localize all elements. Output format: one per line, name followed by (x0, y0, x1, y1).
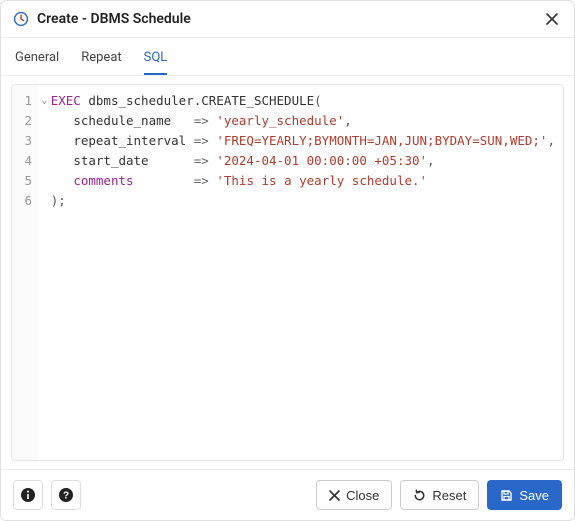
x-icon (329, 490, 340, 501)
fold-toggle-icon[interactable]: ⌄ (38, 91, 51, 111)
arrow: => (194, 113, 209, 128)
editor-container: 1 2 3 4 5 6 ⌄ EXEC dbms_scheduler.CREATE… (1, 76, 574, 469)
info-button[interactable] (13, 480, 43, 510)
close-label: Close (346, 488, 379, 503)
help-button[interactable]: ? (51, 480, 81, 510)
save-icon (500, 489, 513, 502)
save-label: Save (519, 488, 549, 503)
tab-sql[interactable]: SQL (144, 44, 168, 75)
svg-text:?: ? (63, 491, 69, 502)
paren-close: ); (51, 193, 66, 208)
sql-editor[interactable]: 1 2 3 4 5 6 ⌄ EXEC dbms_scheduler.CREATE… (11, 84, 564, 461)
close-button[interactable]: Close (316, 480, 392, 510)
param-name: start_date (73, 153, 148, 168)
paren-open: ( (314, 93, 322, 108)
arrow: => (194, 173, 209, 188)
reset-label: Reset (432, 488, 466, 503)
param-name: schedule_name (73, 113, 171, 128)
line-number: 4 (22, 151, 32, 171)
titlebar: Create - DBMS Schedule (1, 1, 574, 38)
function-call: dbms_scheduler.CREATE_SCHEDULE (88, 93, 314, 108)
string-literal: 'FREQ=YEARLY;BYMONTH=JAN,JUN;BYDAY=SUN,W… (216, 133, 547, 148)
tab-general[interactable]: General (15, 44, 59, 75)
param-name: comments (73, 173, 133, 188)
keyword: EXEC (51, 93, 81, 108)
footer: ? Close Reset Save (1, 469, 574, 520)
line-number: 3 (22, 131, 32, 151)
tab-bar: General Repeat SQL (1, 38, 574, 76)
string-literal: 'This is a yearly schedule.' (216, 173, 427, 188)
code-area[interactable]: EXEC dbms_scheduler.CREATE_SCHEDULE( sch… (51, 85, 563, 460)
arrow: => (194, 153, 209, 168)
param-name: repeat_interval (73, 133, 186, 148)
string-literal: '2024-04-01 00:00:00 +05:30' (216, 153, 427, 168)
close-icon[interactable] (542, 9, 562, 29)
line-number: 2 (22, 111, 32, 131)
clock-icon (13, 11, 29, 27)
dialog-title: Create - DBMS Schedule (37, 11, 534, 27)
line-gutter: 1 2 3 4 5 6 (12, 85, 38, 460)
fold-gutter: ⌄ (38, 85, 51, 460)
reset-button[interactable]: Reset (400, 480, 479, 510)
save-button[interactable]: Save (487, 480, 562, 510)
reset-icon (413, 489, 426, 502)
arrow: => (194, 133, 209, 148)
line-number: 6 (22, 191, 32, 211)
string-literal: 'yearly_schedule' (216, 113, 344, 128)
tab-repeat[interactable]: Repeat (81, 44, 121, 75)
line-number: 1 (22, 91, 32, 111)
line-number: 5 (22, 171, 32, 191)
